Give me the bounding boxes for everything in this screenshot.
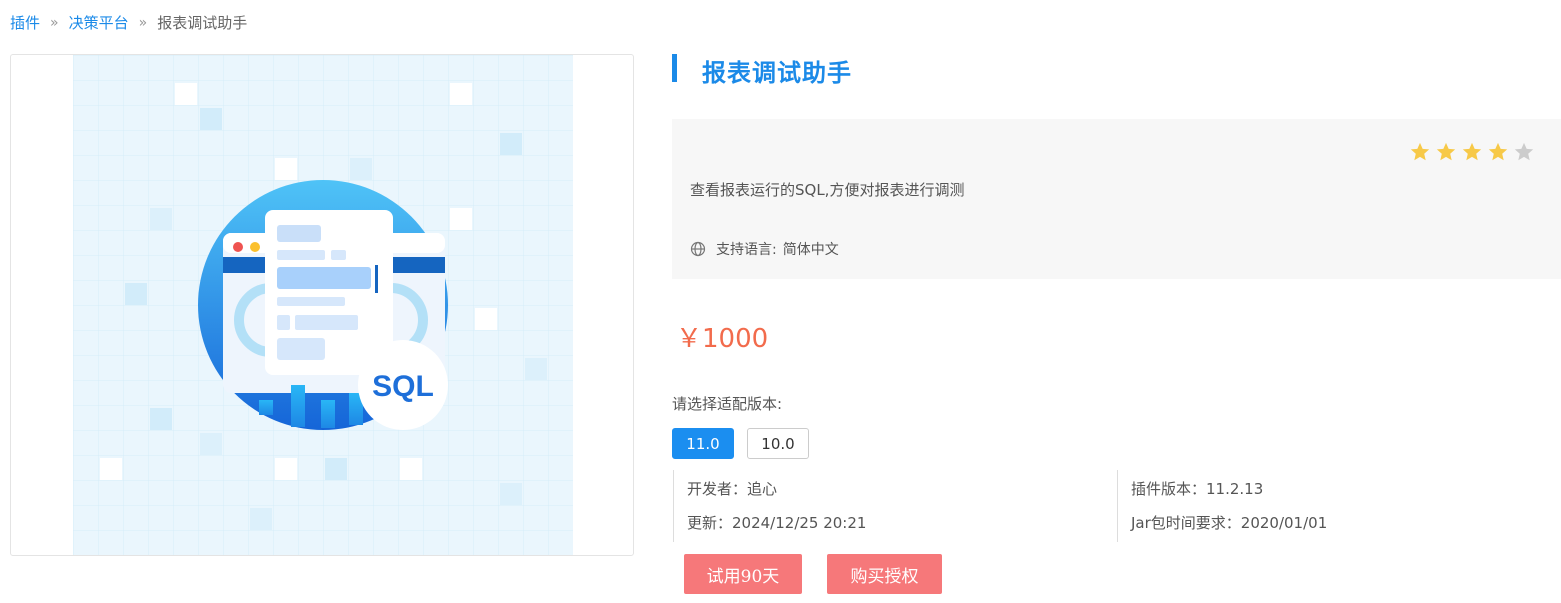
language-row: 支持语言: 简体中文 <box>690 239 839 259</box>
plugin-version-info: 插件版本：11.2.13 <box>1131 480 1264 498</box>
version-selector: 11.0 10.0 <box>672 428 809 459</box>
updated-info: 更新：2024/12/25 20:21 <box>687 514 867 532</box>
info-left: 开发者：追心 更新：2024/12/25 20:21 <box>673 470 866 542</box>
version-option-11[interactable]: 11.0 <box>672 428 734 459</box>
page-title: 报表调试助手 <box>702 59 852 87</box>
trial-button[interactable]: 试用90天 <box>684 554 802 594</box>
developer-info: 开发者：追心 <box>687 480 778 498</box>
star-rating <box>1409 141 1535 163</box>
version-option-10[interactable]: 10.0 <box>747 428 809 459</box>
star-icon <box>1462 142 1482 161</box>
version-label: 请选择适配版本: <box>672 395 783 413</box>
plugin-description: 查看报表运行的SQL,方便对报表进行调测 <box>690 181 965 199</box>
plugin-illustration: SQL <box>73 55 573 555</box>
sql-badge-text: SQL <box>372 370 434 403</box>
description-box: 查看报表运行的SQL,方便对报表进行调测 支持语言: 简体中文 <box>672 119 1561 279</box>
star-icon <box>1514 142 1534 161</box>
price: ￥1000 <box>676 324 769 354</box>
breadcrumb-separator: » <box>50 14 59 31</box>
breadcrumb-link-plugins[interactable]: 插件 <box>10 12 40 33</box>
breadcrumb-separator: » <box>138 14 148 31</box>
buy-license-button[interactable]: 购买授权 <box>827 554 942 594</box>
title-accent-bar <box>672 54 677 82</box>
language-value: 简体中文 <box>782 242 839 258</box>
jar-requirement-info: Jar包时间要求：2020/01/01 <box>1131 514 1328 532</box>
info-right: 插件版本：11.2.13 Jar包时间要求：2020/01/01 <box>1117 470 1327 542</box>
breadcrumb-link-decision-platform[interactable]: 决策平台 <box>69 12 129 33</box>
language-label: 支持语言: <box>716 242 777 258</box>
star-icon <box>1488 142 1508 161</box>
plugin-image: SQL <box>10 54 634 556</box>
breadcrumb: 插件 » 决策平台 » 报表调试助手 <box>10 12 247 33</box>
star-icon <box>1410 142 1430 161</box>
breadcrumb-current: 报表调试助手 <box>157 14 248 32</box>
star-icon <box>1436 142 1456 161</box>
globe-icon <box>690 241 706 257</box>
